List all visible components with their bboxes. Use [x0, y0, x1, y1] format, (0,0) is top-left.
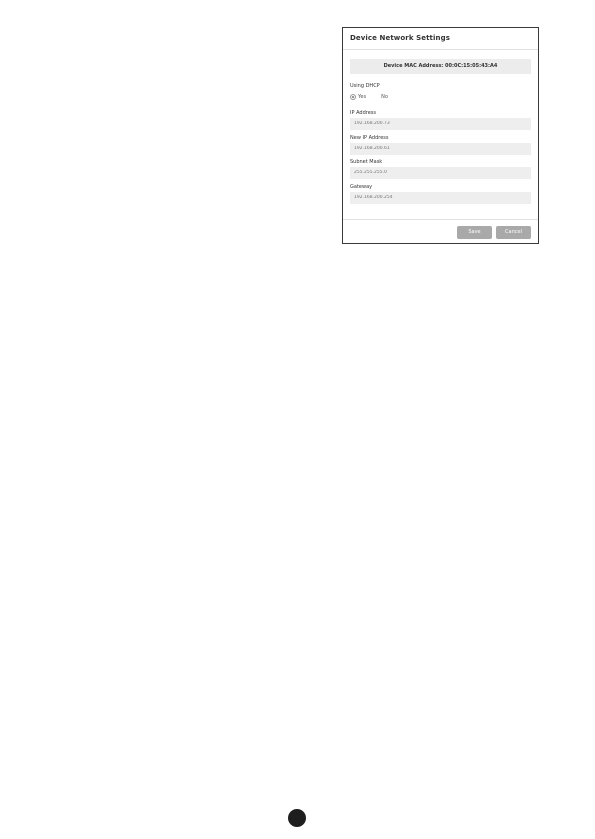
dhcp-radio-group: Yes No: [350, 93, 388, 101]
gateway-input[interactable]: [350, 192, 531, 204]
dhcp-yes-radio[interactable]: [350, 94, 356, 100]
dhcp-yes-label[interactable]: Yes: [358, 94, 366, 100]
dialog-title: Device Network Settings: [350, 34, 450, 42]
page-marker-dot: [288, 809, 306, 827]
gateway-label: Gateway: [350, 184, 373, 190]
title-divider: [343, 49, 538, 50]
subnet-mask-input[interactable]: [350, 167, 531, 179]
footer-divider: [343, 219, 538, 220]
new-ip-address-input[interactable]: [350, 143, 531, 155]
device-network-settings-dialog: Device Network Settings Device MAC Addre…: [342, 27, 539, 244]
mac-address-banner: Device MAC Address: 00:0C:15:05:43:A4: [350, 59, 531, 74]
dhcp-label: Using DHCP: [350, 83, 380, 89]
subnet-mask-label: Subnet Mask: [350, 159, 383, 165]
ip-address-input[interactable]: [350, 118, 531, 130]
save-button[interactable]: Save: [457, 226, 492, 239]
cancel-button[interactable]: Cancel: [496, 226, 531, 239]
ip-address-label: IP Address: [350, 110, 376, 116]
dhcp-no-label[interactable]: No: [381, 94, 388, 100]
new-ip-address-label: New IP Address: [350, 135, 389, 141]
